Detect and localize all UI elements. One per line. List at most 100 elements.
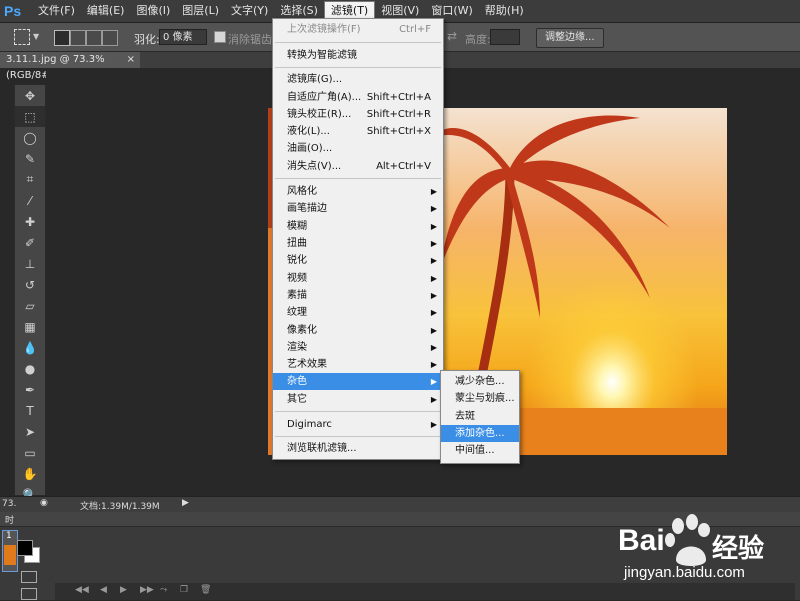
submenu-item-median[interactable]: 中间值... — [441, 442, 519, 459]
menu-separator — [275, 411, 441, 412]
submenu-arrow-icon: ▶ — [430, 420, 437, 429]
new-selection-button[interactable] — [54, 30, 70, 46]
foreground-color-swatch[interactable] — [17, 540, 33, 556]
status-menu-arrow-icon[interactable]: ▶ — [182, 498, 189, 508]
new-frame-icon[interactable]: ❐ — [180, 585, 188, 595]
menu-item-vanishing-point[interactable]: 消失点(V)... Alt+Ctrl+V — [273, 158, 443, 175]
menu-item-stylize[interactable]: 风格化 ▶ — [273, 183, 443, 200]
first-frame-icon[interactable]: ◀◀ — [75, 585, 89, 595]
submenu-item-add-noise[interactable]: 添加杂色... — [441, 425, 519, 442]
menu-item-texture[interactable]: 纹理 ▶ — [273, 304, 443, 321]
eyedropper-tool-icon[interactable]: ⁄ — [15, 190, 45, 211]
delete-frame-icon[interactable]: 🗑 — [200, 585, 211, 595]
refine-edge-button[interactable]: 调整边缘... — [536, 28, 604, 48]
menu-edit[interactable]: 编辑(E) — [81, 0, 131, 22]
menu-item-other[interactable]: 其它 ▶ — [273, 391, 443, 408]
menu-item-sharpen[interactable]: 锐化 ▶ — [273, 252, 443, 269]
crop-tool-icon[interactable]: ⌗ — [15, 169, 45, 190]
menu-item-adaptive-wide-angle[interactable]: 自适应广角(A)... Shift+Ctrl+A — [273, 89, 443, 106]
menu-item-brush-strokes[interactable]: 画笔描边 ▶ — [273, 200, 443, 217]
watermark-url: jingyan.baidu.com — [624, 564, 745, 581]
rectangular-marquee-tool-icon[interactable]: ⬚ — [15, 106, 45, 127]
intersect-selection-button[interactable] — [102, 30, 118, 46]
submenu-arrow-icon: ▶ — [430, 187, 437, 196]
chevron-down-icon[interactable]: ▼ — [33, 32, 39, 41]
menu-help[interactable]: 帮助(H) — [479, 0, 530, 22]
menu-separator — [275, 42, 441, 43]
status-icon[interactable]: ◉ — [40, 498, 48, 508]
submenu-item-despeckle[interactable]: 去斑 — [441, 408, 519, 425]
antialias-label: 消除锯齿 — [228, 33, 272, 46]
menu-item-artistic[interactable]: 艺术效果 ▶ — [273, 356, 443, 373]
baidu-jingyan-watermark: Bai 经验 jingyan.baidu.com — [616, 512, 794, 598]
menu-item-last-filter: 上次滤镜操作(F) Ctrl+F — [287, 24, 431, 35]
submenu-arrow-icon: ▶ — [430, 256, 437, 265]
submenu-arrow-icon: ▶ — [430, 343, 437, 352]
swap-icon[interactable]: ⇄ — [447, 29, 457, 43]
rectangle-tool-icon[interactable]: ▭ — [15, 442, 45, 463]
add-to-selection-button[interactable] — [70, 30, 86, 46]
menu-item-pixelate[interactable]: 像素化 ▶ — [273, 322, 443, 339]
marquee-tool-preset-icon[interactable] — [14, 29, 30, 45]
eraser-tool-icon[interactable]: ▱ — [15, 295, 45, 316]
submenu-arrow-icon: ▶ — [430, 308, 437, 317]
zoom-level[interactable]: 73. — [2, 499, 16, 509]
move-tool-icon[interactable]: ✥ — [15, 85, 45, 106]
hand-tool-icon[interactable]: ✋ — [15, 463, 45, 484]
lasso-tool-icon[interactable]: ◯ — [15, 127, 45, 148]
menu-item-distort[interactable]: 扭曲 ▶ — [273, 235, 443, 252]
dodge-tool-icon[interactable]: ● — [15, 358, 45, 379]
menu-item-liquify[interactable]: 液化(L)... Shift+Ctrl+X — [273, 123, 443, 140]
previous-frame-icon[interactable]: ◀ — [100, 585, 107, 595]
menu-image[interactable]: 图像(I) — [130, 0, 176, 22]
submenu-arrow-icon: ▶ — [430, 360, 437, 369]
quick-selection-tool-icon[interactable]: ✎ — [15, 148, 45, 169]
menu-type[interactable]: 文字(Y) — [225, 0, 274, 22]
menu-layer[interactable]: 图层(L) — [176, 0, 225, 22]
screen-mode-icon[interactable] — [21, 588, 37, 600]
next-frame-icon[interactable]: ▶▶ — [140, 585, 154, 595]
history-brush-tool-icon[interactable]: ↺ — [15, 274, 45, 295]
document-tab[interactable]: 3.11.1.jpg @ 73.3%(RGB/8#) × — [0, 52, 140, 81]
pen-tool-icon[interactable]: ✒ — [15, 379, 45, 400]
photoshop-logo: Ps — [4, 3, 22, 19]
menu-item-oil-paint[interactable]: 油画(O)... — [273, 140, 443, 157]
antialias-checkbox[interactable] — [214, 31, 226, 43]
tween-icon[interactable]: ⤳ — [160, 585, 167, 595]
brush-tool-icon[interactable]: ✐ — [15, 232, 45, 253]
submenu-arrow-icon: ▶ — [430, 291, 437, 300]
menu-item-browse-online-filters[interactable]: 浏览联机滤镜... — [273, 440, 443, 457]
menu-item-digimarc[interactable]: Digimarc ▶ — [273, 416, 443, 433]
blur-tool-icon[interactable]: 💧 — [15, 337, 45, 358]
timeline-frame[interactable]: 1 — [2, 530, 18, 572]
feather-input[interactable]: 0 像素 — [159, 29, 207, 45]
menu-file[interactable]: 文件(F) — [32, 0, 81, 22]
watermark-brand: Bai — [618, 524, 665, 557]
submenu-item-reduce-noise[interactable]: 减少杂色... — [441, 373, 519, 390]
menu-item-blur[interactable]: 模糊 ▶ — [273, 218, 443, 235]
submenu-arrow-icon: ▶ — [430, 326, 437, 335]
healing-brush-tool-icon[interactable]: ✚ — [15, 211, 45, 232]
submenu-arrow-icon: ▶ — [430, 239, 437, 248]
path-selection-tool-icon[interactable]: ➤ — [15, 421, 45, 442]
menu-separator — [275, 178, 441, 179]
gradient-tool-icon[interactable]: ▦ — [15, 316, 45, 337]
height-input[interactable] — [490, 29, 520, 45]
type-tool-icon[interactable]: T — [15, 400, 45, 421]
menu-item-convert-smart-filter[interactable]: 转换为智能滤镜 — [273, 47, 443, 64]
quick-mask-icon[interactable] — [21, 571, 37, 583]
submenu-item-dust-scratches[interactable]: 蒙尘与划痕... — [441, 390, 519, 407]
close-icon[interactable]: × — [127, 52, 135, 68]
menu-item-noise[interactable]: 杂色 ▶ — [273, 373, 443, 390]
menu-item-lens-correction[interactable]: 镜头校正(R)... Shift+Ctrl+R — [273, 106, 443, 123]
subtract-from-selection-button[interactable] — [86, 30, 102, 46]
play-icon[interactable]: ▶ — [120, 585, 127, 595]
menu-separator — [275, 67, 441, 68]
menu-item-filter-gallery[interactable]: 滤镜库(G)... — [273, 71, 443, 88]
menu-item-video[interactable]: 视频 ▶ — [273, 270, 443, 287]
clone-stamp-tool-icon[interactable]: ⊥ — [15, 253, 45, 274]
menu-item-sketch[interactable]: 素描 ▶ — [273, 287, 443, 304]
submenu-arrow-icon: ▶ — [430, 222, 437, 231]
filter-menu: 上次滤镜操作(F) Ctrl+F 转换为智能滤镜 滤镜库(G)... 自适应广角… — [272, 18, 444, 460]
menu-item-render[interactable]: 渲染 ▶ — [273, 339, 443, 356]
